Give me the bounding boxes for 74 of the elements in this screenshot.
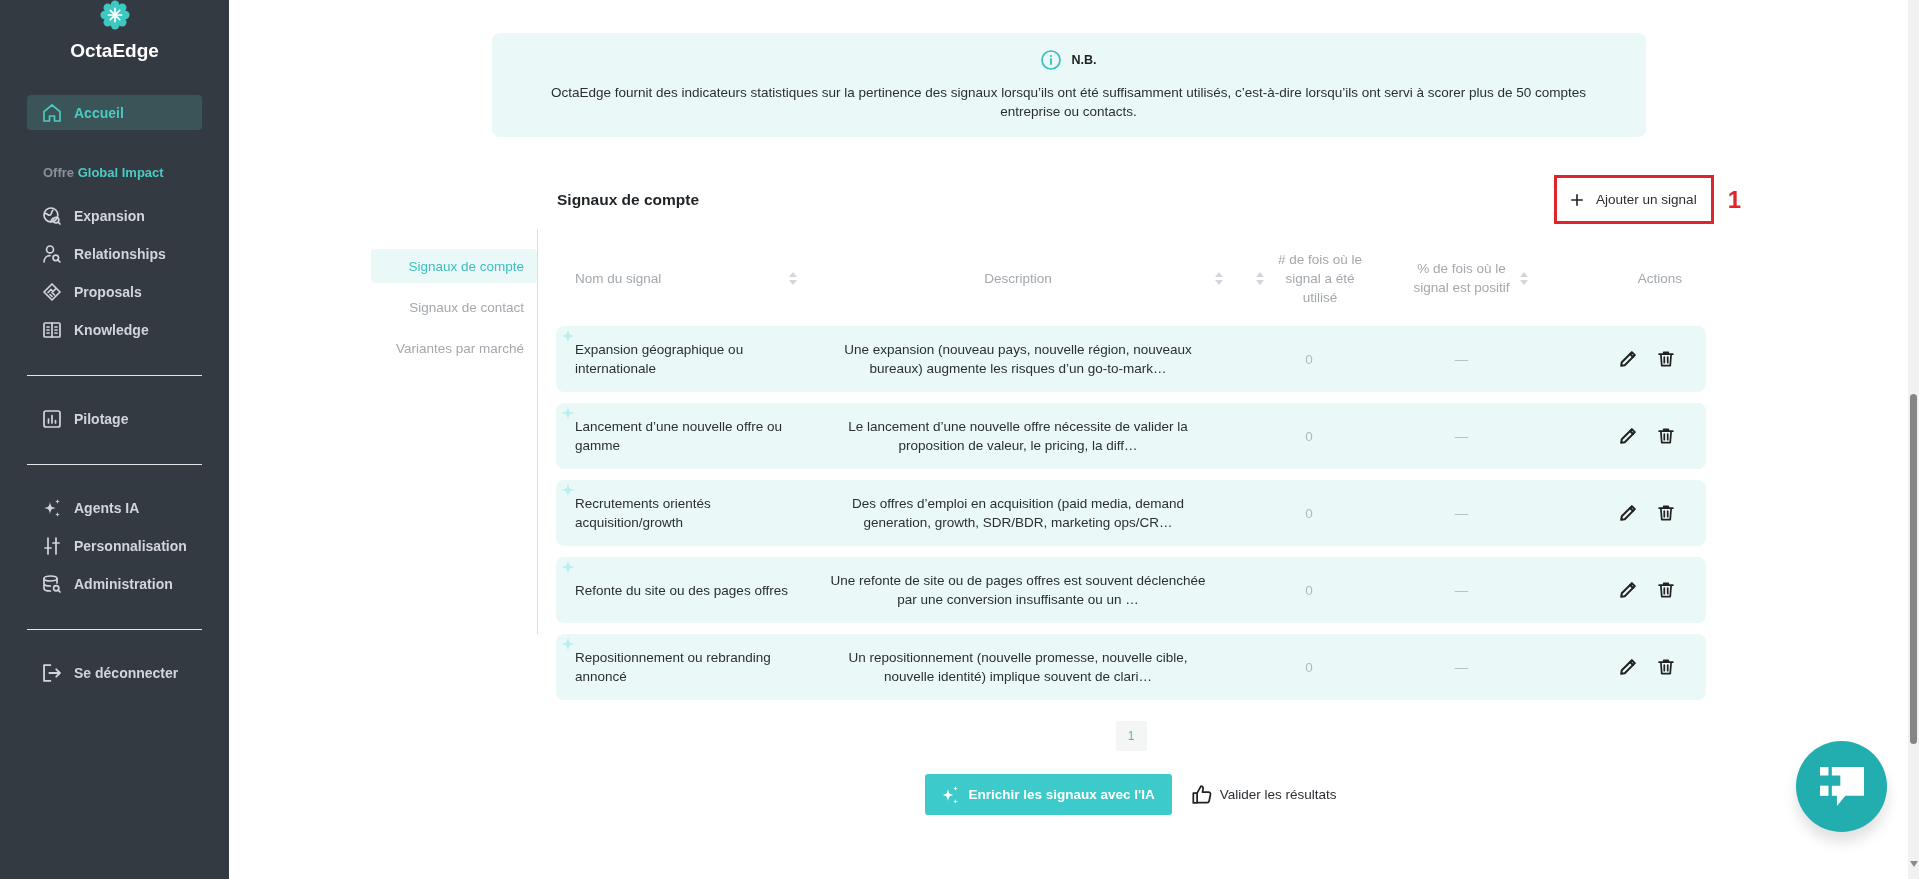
thumbs-up-icon: [1191, 785, 1212, 804]
nav-item[interactable]: Relationships: [27, 235, 202, 273]
sparkle-icon: [561, 483, 575, 497]
sparkle-icon: [561, 406, 575, 420]
trash-icon[interactable]: [1658, 428, 1674, 444]
column-header: % de fois où le signal est positif: [1412, 260, 1511, 297]
brand-name: OctaEdge: [70, 39, 159, 63]
person-search-icon: [43, 245, 61, 263]
nav-item[interactable]: Proposals: [27, 273, 202, 311]
pencil-icon[interactable]: [1620, 428, 1636, 444]
diamond-icon: [43, 283, 61, 301]
signal-description: Une refonte de site ou de pages offres est souvent déclenchée par une conversion insuffisante ou un …: [829, 572, 1207, 609]
notice-text: OctaEdge fournit des indicateurs statistiques sur la pertinence des signaux lorsqu’ils ont été suffisamment utilisés, c’est-à-dire lorsqu’ils ont servi à scorer plus de 50 comptes entreprise ou contacts.: [549, 84, 1588, 121]
nav-item[interactable]: Personnalisation: [27, 527, 202, 565]
usage-count: 0: [1304, 350, 1314, 369]
usage-count: 0: [1304, 504, 1314, 523]
annotation-number: 1: [1727, 185, 1741, 214]
positive-rate: —: [1453, 350, 1470, 369]
positive-rate: —: [1453, 504, 1470, 523]
validate-button[interactable]: Valider les résultats: [1191, 774, 1337, 815]
info-icon: [1040, 50, 1061, 70]
trash-icon[interactable]: [1658, 505, 1674, 521]
notice-title: N.B.: [1071, 53, 1097, 67]
trash-icon[interactable]: [1658, 659, 1674, 675]
pencil-icon[interactable]: [1620, 582, 1636, 598]
trash-icon[interactable]: [1658, 582, 1674, 598]
sparkle-icon: [561, 560, 575, 574]
asterisk-badge-icon: [99, 0, 130, 30]
positive-rate: —: [1453, 658, 1470, 677]
column-header: Description: [983, 269, 1053, 288]
globe-search-icon: [43, 207, 61, 225]
signal-description: Des offres d’emploi en acquisition (paid media, demand generation, growth, SDR/BDR, marketing ops/CR…: [850, 495, 1186, 532]
trash-icon[interactable]: [1658, 351, 1674, 367]
signal-name: Refonte du site ou des pages offres: [574, 581, 789, 600]
scroll-down-icon[interactable]: [1909, 861, 1918, 867]
usage-count: 0: [1304, 658, 1314, 677]
pencil-icon[interactable]: [1620, 659, 1636, 675]
bar-chart-icon: [43, 410, 61, 428]
nav-item[interactable]: Expansion: [27, 197, 202, 235]
section-title: Signaux de compte: [557, 190, 700, 209]
signal-description: Le lancement d’une nouvelle offre nécessite de valider la proposition de valeur, le pricing, la diff…: [847, 418, 1189, 455]
signal-name: Expansion géographique ou internationale: [574, 341, 745, 378]
nav-item[interactable]: Knowledge: [27, 311, 202, 349]
nav-item[interactable]: Se déconnecter: [27, 654, 202, 692]
column-header: # de fois où le signal a été utilisé: [1276, 250, 1364, 307]
nav-item[interactable]: Pilotage: [27, 400, 202, 438]
positive-rate: —: [1453, 427, 1470, 446]
column-header: Actions: [1637, 269, 1682, 288]
plus-icon: [1571, 193, 1584, 206]
nav-item[interactable]: Accueil: [27, 95, 202, 130]
signal-description: Un repositionnement (nouvelle promesse, nouvelle cible, nouvelle identité) implique souvent de clari…: [847, 649, 1189, 686]
signal-name: Recrutements orientés acquisition/growth: [574, 495, 712, 532]
sparkles-icon: [942, 785, 959, 804]
signal-name: Repositionnement ou rebranding annoncé: [574, 649, 772, 686]
sparkles-icon: [43, 499, 61, 517]
logout-icon: [43, 664, 61, 682]
signal-name: Lancement d’une nouvelle offre ou gamme: [574, 418, 783, 455]
home-icon: [43, 103, 61, 122]
database-search-icon: [43, 575, 61, 593]
building-icon: [43, 321, 61, 339]
nav-item[interactable]: Agents IA: [27, 489, 202, 527]
pencil-icon[interactable]: [1620, 351, 1636, 367]
pencil-icon[interactable]: [1620, 505, 1636, 521]
nav-item[interactable]: Administration: [27, 565, 202, 603]
usage-count: 0: [1304, 581, 1314, 600]
nav-group-heading: Offre Global Impact: [42, 164, 165, 182]
signal-description: Une expansion (nouveau pays, nouvelle région, nouveaux bureaux) augmente les risques d’un go-to-mark…: [843, 341, 1193, 378]
column-header: Nom du signal: [575, 269, 663, 288]
chat-bubble-icon: [1819, 767, 1864, 806]
sparkle-icon: [561, 329, 575, 343]
sliders-icon: [43, 537, 61, 555]
usage-count: 0: [1304, 427, 1314, 446]
positive-rate: —: [1453, 581, 1470, 600]
sparkle-icon: [561, 637, 575, 651]
